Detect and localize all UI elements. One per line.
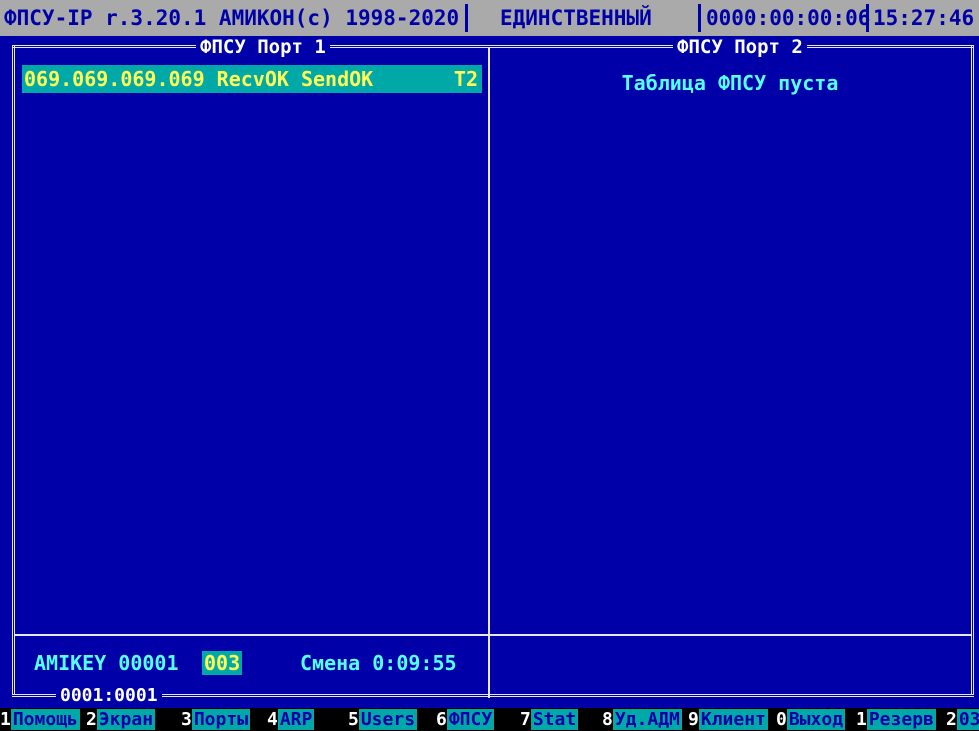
header-divider [465,4,468,32]
fkey-users[interactable]: 5 Users [348,708,418,731]
uptime-counter: 0000:00:00:06 [706,6,871,30]
fkey-fpsu[interactable]: 6 ФПСУ [436,708,495,731]
status-divider [14,634,971,636]
fkey-exit[interactable]: 0 Выход [776,708,846,731]
row-tag: T2 [453,67,478,91]
row-address-status: 069.069.069.069 RecvOK SendOK [24,67,374,91]
fkey-screen[interactable]: 2 Экран [86,708,156,731]
empty-table-message: Таблица ФПСУ пуста [621,71,839,95]
fkey-reserve[interactable]: 1 Резерв [856,708,936,731]
fpsu-list-row-selected[interactable]: 069.069.069.069 RecvOK SendOK T2 [22,65,482,93]
fkey-extra[interactable]: 2 03 [946,708,979,731]
amikey-label: AMIKEY 00001 [34,651,179,675]
fkey-help[interactable]: 1 Помощь [0,708,80,731]
frame-left-border [12,45,15,695]
mode-label: ЕДИНСТВЕННЫЙ [500,6,652,30]
header-divider [866,4,869,32]
header-bar: ФПСУ-IP r.3.20.1 АМИКОН(с) 1998-2020 ЕДИ… [0,0,979,36]
fkey-client[interactable]: 9 Клиент [688,708,768,731]
panel-title-port1: ФПСУ Порт 1 [196,36,330,58]
function-key-bar: 1 Помощь 2 Экран 3 Порты 4 ARP 5 Users 6 ФПСУ … [0,708,979,731]
fkey-arp[interactable]: 4 ARP [267,708,315,731]
fkey-ports[interactable]: 3 Порты [181,708,251,731]
frame-top-border [12,45,974,48]
dos-console-screen: ФПСУ-IP r.3.20.1 АМИКОН(с) 1998-2020 ЕДИ… [0,0,979,731]
amikey-code: 003 [202,651,243,675]
clock: 15:27:46 [873,6,975,30]
panel-title-port2: ФПСУ Порт 2 [673,36,807,58]
frame-right-border [971,45,974,695]
header-divider [698,4,701,32]
shift-timer: Смена 0:09:55 [300,651,457,675]
fkey-delete-admin[interactable]: 8 Уд.АДМ [602,708,682,731]
fkey-stat[interactable]: 7 Stat [520,708,579,731]
product-title: ФПСУ-IP r.3.20.1 АМИКОН(с) 1998-2020 [4,6,460,30]
panel-divider [488,48,490,698]
port-counter: 0001:0001 [56,685,162,707]
